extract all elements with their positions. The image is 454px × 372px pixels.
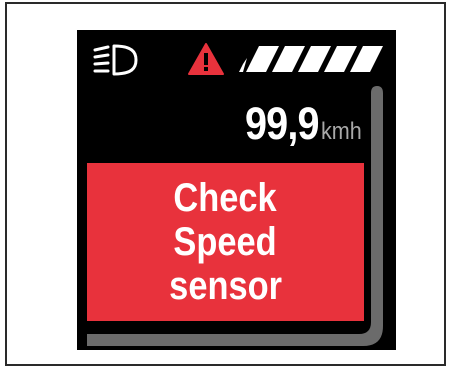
speed-readout: 99,9 kmh	[235, 98, 366, 158]
battery-level-indicator	[239, 46, 383, 72]
alert-line: Check	[173, 176, 278, 220]
alert-line: Speed	[173, 220, 278, 264]
display-screen: 99,9 kmh Check Speed sensor	[77, 30, 396, 350]
headlight-icon	[93, 44, 138, 76]
alert-line: sensor	[169, 264, 282, 308]
speed-value: 99,9	[245, 98, 319, 149]
warning-triangle-icon	[188, 43, 224, 75]
battery-segment	[239, 58, 247, 72]
speed-unit: kmh	[320, 118, 362, 145]
alert-message-box: Check Speed sensor	[87, 163, 364, 321]
display-frame: 99,9 kmh Check Speed sensor	[5, 2, 446, 366]
